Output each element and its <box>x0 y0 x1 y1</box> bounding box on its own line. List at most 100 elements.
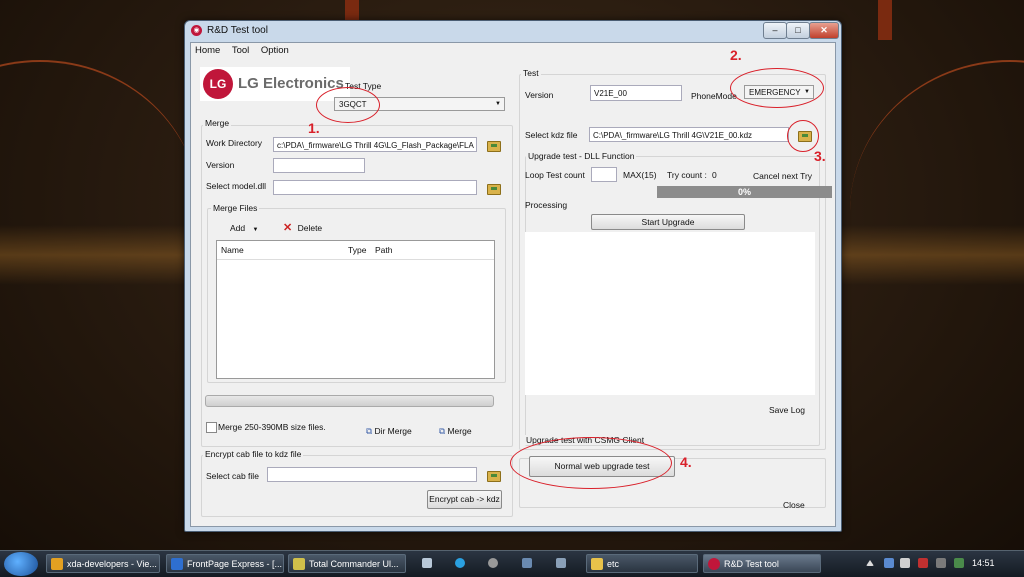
work-directory-label: Work Directory <box>206 138 263 148</box>
select-kdz-field[interactable]: C:\PDA\_firmware\LG Thrill 4G\V21E_00.kd… <box>589 127 789 142</box>
chevron-down-icon: ▼ <box>495 101 501 107</box>
taskbar-item-label: etc <box>607 559 620 569</box>
taskbar-item-frontpage[interactable]: FrontPage Express - [... <box>166 554 284 573</box>
merge-version-field[interactable] <box>273 158 365 173</box>
lg-logo-text: LG Electronics <box>238 75 344 92</box>
test-legend: Test <box>521 68 541 78</box>
menu-home[interactable]: Home <box>195 45 220 56</box>
tray-icon[interactable] <box>954 558 964 568</box>
column-header-name[interactable]: Name <box>221 245 244 255</box>
maximize-button[interactable]: □ <box>786 22 810 39</box>
version-label: Version <box>206 160 235 170</box>
keyboard-icon[interactable] <box>556 558 566 568</box>
try-count-label: Try count : <box>667 170 707 180</box>
taskbar-item-total-commander[interactable]: Total Commander Ul... <box>288 554 406 573</box>
loop-test-field[interactable] <box>591 167 617 182</box>
dir-merge-button[interactable]: ⧉ Dir Merge <box>366 426 412 437</box>
annotation-circle-2 <box>730 68 824 108</box>
tray-icon[interactable] <box>900 558 910 568</box>
taskbar-item-label: FrontPage Express - [... <box>187 559 283 569</box>
dll-function-legend: Upgrade test - DLL Function <box>526 151 637 161</box>
merge-legend: Merge <box>203 118 232 128</box>
add-menu-button[interactable]: Add ▼ <box>230 223 258 233</box>
lg-app-icon <box>708 558 720 570</box>
merge-button[interactable]: ⧉ Merge <box>439 426 472 437</box>
try-count-value: 0 <box>712 170 717 180</box>
select-cab-field[interactable] <box>267 467 477 482</box>
close-button[interactable]: Close <box>783 500 805 510</box>
select-cab-label: Select cab file <box>206 471 259 481</box>
taskbar-item-label: Total Commander Ul... <box>309 559 399 569</box>
select-model-label: Select model.dll <box>206 181 267 191</box>
cancel-next-try-button[interactable]: Cancel next Try <box>753 171 812 181</box>
annotation-number-3: 3. <box>814 148 826 164</box>
taskbar-item-etc[interactable]: etc <box>586 554 698 573</box>
column-header-path[interactable]: Path <box>375 245 393 255</box>
network-icon[interactable] <box>936 558 946 568</box>
menu-option[interactable]: Option <box>261 45 289 56</box>
merge-icon: ⧉ <box>439 426 446 436</box>
merge-progress-bar <box>205 395 494 407</box>
add-label: Add <box>230 223 246 233</box>
taskbar: xda-developers - Vie... FrontPage Expres… <box>0 550 1024 577</box>
list-header: Name Type Path <box>217 241 494 260</box>
encrypt-cab-button[interactable]: Encrypt cab -> kdz <box>427 490 502 509</box>
monitor-icon[interactable] <box>522 558 532 568</box>
quicklaunch-icon[interactable] <box>422 558 432 568</box>
save-log-button[interactable]: Save Log <box>769 405 805 415</box>
processing-label: Processing <box>525 200 568 210</box>
chrome-icon <box>51 558 63 570</box>
skype-icon[interactable] <box>455 558 465 568</box>
tray-icon[interactable] <box>884 558 894 568</box>
menu-tool[interactable]: Tool <box>232 45 249 56</box>
show-hidden-icons-arrow-icon[interactable] <box>866 560 874 566</box>
menu-bar: Home Tool Option <box>195 45 298 59</box>
volume-icon[interactable] <box>918 558 928 568</box>
merge-size-checkbox-label: Merge 250-390MB size files. <box>218 422 326 432</box>
processing-log <box>525 232 815 395</box>
frontpage-icon <box>171 558 183 570</box>
folder-icon[interactable] <box>487 471 501 482</box>
delete-x-icon: ✕ <box>283 222 293 234</box>
delete-label: Delete <box>297 223 323 233</box>
column-header-type[interactable]: Type <box>348 245 366 255</box>
folder-icon[interactable] <box>487 184 501 195</box>
annotation-number-4: 4. <box>680 454 692 470</box>
delete-button[interactable]: ✕ Delete <box>283 221 322 234</box>
merge-icon: ⧉ <box>366 426 373 436</box>
annotation-number-1: 1. <box>308 120 320 136</box>
folder-icon <box>591 558 603 570</box>
merge-files-list[interactable]: Name Type Path <box>216 240 495 379</box>
title-bar[interactable]: ◉ R&D Test tool – □ ✕ <box>185 21 841 41</box>
work-directory-field[interactable]: c:\PDA\_firmware\LG Thrill 4G\LG_Flash_P… <box>273 137 477 152</box>
media-icon[interactable] <box>488 558 498 568</box>
test-version-label: Version <box>525 90 554 100</box>
annotation-number-2: 2. <box>730 47 742 63</box>
start-upgrade-button[interactable]: Start Upgrade <box>591 214 745 230</box>
start-button[interactable] <box>4 552 38 576</box>
annotation-circle-1 <box>316 87 380 123</box>
window-title: R&D Test tool <box>207 25 268 36</box>
merge-files-legend: Merge Files <box>211 203 260 213</box>
clock[interactable]: 14:51 <box>972 558 995 568</box>
minimize-button[interactable]: – <box>763 22 787 39</box>
folder-icon[interactable] <box>487 141 501 152</box>
close-window-button[interactable]: ✕ <box>809 22 839 39</box>
app-icon: ◉ <box>191 25 202 36</box>
taskbar-item-xda[interactable]: xda-developers - Vie... <box>46 554 160 573</box>
taskbar-item-label: R&D Test tool <box>724 559 779 569</box>
test-version-field[interactable]: V21E_00 <box>590 85 682 101</box>
total-commander-icon <box>293 558 305 570</box>
taskbar-item-label: xda-developers - Vie... <box>67 559 157 569</box>
max-label: MAX(15) <box>623 170 657 180</box>
select-model-field[interactable] <box>273 180 477 195</box>
phone-mode-label: PhoneMode <box>691 91 737 101</box>
loop-test-label: Loop Test count <box>525 170 585 180</box>
lg-logo-mark: LG <box>203 69 233 99</box>
annotation-circle-4 <box>510 437 672 489</box>
upgrade-progress-bar: 0% <box>657 186 832 198</box>
merge-label: Merge <box>447 426 472 436</box>
taskbar-item-rd-test-tool[interactable]: R&D Test tool <box>703 554 821 573</box>
merge-size-checkbox[interactable] <box>206 422 217 433</box>
chevron-down-icon: ▼ <box>252 227 259 233</box>
